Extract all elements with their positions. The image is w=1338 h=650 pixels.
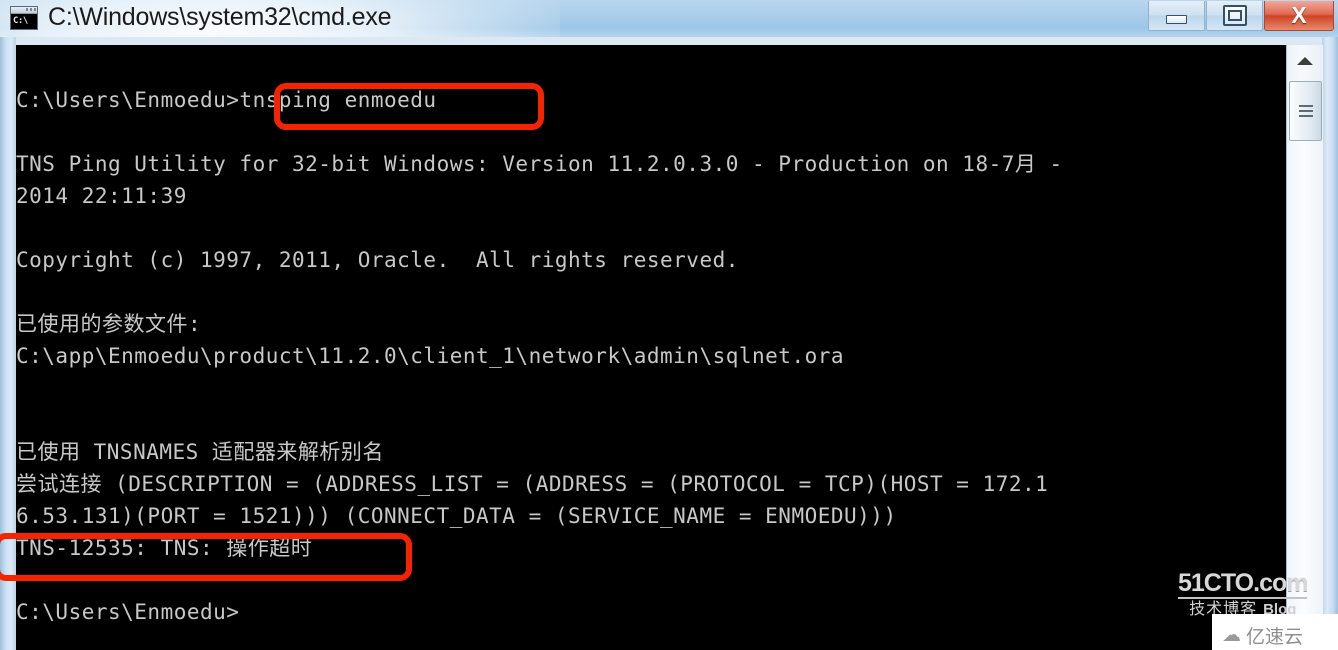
window-titlebar[interactable]: C:\ C:\Windows\system32\cmd.exe X (0, 0, 1338, 37)
scrollbar-grip-line (1298, 110, 1313, 112)
maximize-icon (1207, 1, 1262, 30)
close-button[interactable]: X (1264, 1, 1334, 31)
scrollbar-grip-line (1298, 115, 1313, 117)
console-line: C:\Users\Enmoedu>tnsping enmoedu (16, 88, 437, 112)
close-icon: X (1291, 2, 1307, 28)
maximize-button[interactable] (1206, 1, 1263, 31)
minimize-button[interactable] (1148, 1, 1205, 31)
scroll-up-arrow-icon (1297, 57, 1313, 65)
scroll-up-arrow-button[interactable] (1287, 45, 1323, 77)
console-line: TNS Ping Utility for 32-bit Windows: Ver… (16, 152, 1063, 176)
cmd-icon: C:\ (10, 6, 38, 30)
console-line: 2014 22:11:39 (16, 184, 187, 208)
console-line: C:\app\Enmoedu\product\11.2.0\client_1\n… (16, 344, 845, 368)
window-title: C:\Windows\system32\cmd.exe (48, 3, 392, 31)
minimize-icon (1149, 1, 1204, 30)
console-scrollbar[interactable] (1286, 45, 1323, 650)
cmd-icon-body: C:\ (11, 14, 37, 29)
console-line: 6.53.131)(PORT = 1521))) (CONNECT_DATA =… (16, 504, 897, 528)
console-output-area[interactable]: C:\Users\Enmoedu>tnsping enmoedu TNS Pin… (16, 45, 1322, 650)
console-line: 已使用 TNSNAMES 适配器来解析别名 (16, 440, 384, 464)
console-line: 尝试连接 (DESCRIPTION = (ADDRESS_LIST = (ADD… (16, 472, 1049, 496)
cmd-icon-titlestrip (11, 7, 37, 14)
console-line: 已使用的参数文件: (16, 312, 202, 336)
window-frame-right (1322, 37, 1338, 650)
cmd-window-screenshot: C:\ C:\Windows\system32\cmd.exe X C:\Use… (0, 0, 1338, 650)
scrollbar-thumb[interactable] (1289, 81, 1322, 141)
scrollbar-grip-line (1298, 105, 1313, 107)
console-line: TNS-12535: TNS: 操作超时 (16, 536, 313, 560)
console-text: C:\Users\Enmoedu>tnsping enmoedu TNS Pin… (16, 45, 1286, 628)
console-line: C:\Users\Enmoedu> (16, 600, 240, 624)
scrollbar-track[interactable] (1287, 141, 1323, 650)
window-frame-left (0, 37, 16, 650)
console-line: Copyright (c) 1997, 2011, Oracle. All ri… (16, 248, 739, 272)
